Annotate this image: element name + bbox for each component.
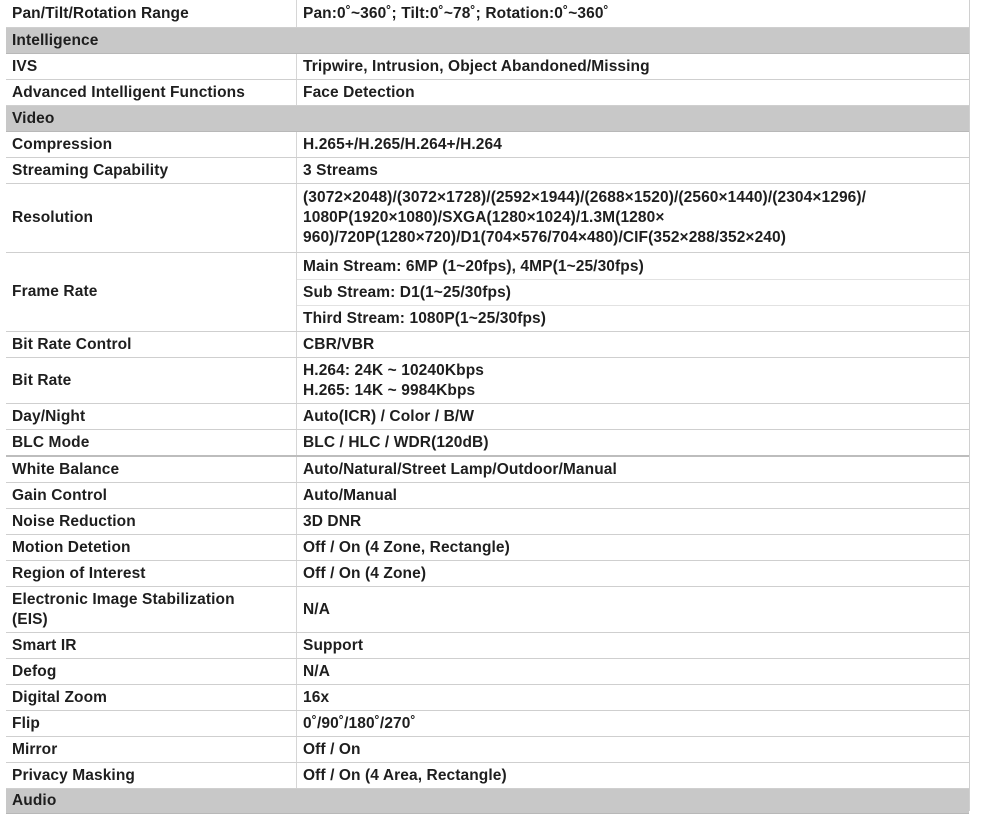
spec-row-noise: Noise Reduction 3D DNR	[6, 508, 969, 535]
frame-rate-line: Main Stream: 6MP (1~20fps), 4MP(1~25/30f…	[297, 254, 969, 280]
spec-label: Smart IR	[6, 632, 297, 659]
spec-row-privacy: Privacy Masking Off / On (4 Area, Rectan…	[6, 762, 969, 789]
spec-value: Off / On (4 Area, Rectangle)	[296, 762, 969, 789]
spec-value: H.265+/H.265/H.264+/H.264	[296, 131, 969, 158]
spec-row-flip: Flip 0˚/90˚/180˚/270˚	[6, 710, 969, 737]
table-right-border	[969, 0, 970, 811]
spec-value: Tripwire, Intrusion, Object Abandoned/Mi…	[296, 53, 969, 80]
spec-value: Pan:0˚~360˚; Tilt:0˚~78˚; Rotation:0˚~36…	[296, 0, 969, 28]
spec-value: 16x	[296, 684, 969, 711]
spec-value: 3 Streams	[296, 157, 969, 184]
spec-label: Day/Night	[6, 403, 297, 430]
spec-row-day-night: Day/Night Auto(ICR) / Color / B/W	[6, 403, 969, 430]
section-header-audio: Audio	[6, 788, 969, 814]
spec-value: BLC / HLC / WDR(120dB)	[296, 429, 969, 457]
spec-row-smart-ir: Smart IR Support	[6, 632, 969, 659]
spec-label: Digital Zoom	[6, 684, 297, 711]
spec-label: Privacy Masking	[6, 762, 297, 789]
spec-label: Electronic Image Stabilization (EIS)	[6, 586, 297, 633]
spec-value: 3D DNR	[296, 508, 969, 535]
spec-row-bitrate: Bit Rate H.264: 24K ~ 10240Kbps H.265: 1…	[6, 357, 969, 404]
spec-row-streaming: Streaming Capability 3 Streams	[6, 157, 969, 184]
resolution-line: 1080P(1920×1080)/SXGA(1280×1024)/1.3M(12…	[303, 209, 665, 226]
spec-value: Auto/Manual	[296, 482, 969, 509]
spec-label: Advanced Intelligent Functions	[6, 79, 297, 106]
spec-row-frame-rate: Frame Rate Main Stream: 6MP (1~20fps), 4…	[6, 252, 969, 332]
spec-row-eis: Electronic Image Stabilization (EIS) N/A	[6, 586, 969, 633]
spec-label: BLC Mode	[6, 429, 297, 457]
spec-label: Noise Reduction	[6, 508, 297, 535]
spec-row-bitrate-control: Bit Rate Control CBR/VBR	[6, 331, 969, 358]
section-title: Audio	[6, 788, 969, 814]
spec-label: Gain Control	[6, 482, 297, 509]
spec-value: CBR/VBR	[296, 331, 969, 358]
spec-label: White Balance	[6, 455, 297, 483]
spec-value: (3072×2048)/(3072×1728)/(2592×1944)/(268…	[296, 183, 969, 253]
spec-value: Main Stream: 6MP (1~20fps), 4MP(1~25/30f…	[296, 252, 969, 332]
spec-row-compression: Compression H.265+/H.265/H.264+/H.264	[6, 131, 969, 158]
spec-label: Mirror	[6, 736, 297, 763]
eis-label-line: (EIS)	[12, 610, 48, 628]
spec-row-defog: Defog N/A	[6, 658, 969, 685]
spec-label: Flip	[6, 710, 297, 737]
spec-label: Bit Rate Control	[6, 331, 297, 358]
spec-value: Support	[296, 632, 969, 659]
spec-row-blc: BLC Mode BLC / HLC / WDR(120dB)	[6, 429, 969, 457]
spec-label: Resolution	[6, 183, 297, 253]
spec-table: Pan/Tilt/Rotation Range Pan:0˚~360˚; Til…	[6, 0, 969, 814]
spec-row-white-balance: White Balance Auto/Natural/Street Lamp/O…	[6, 455, 969, 483]
spec-value: Face Detection	[296, 79, 969, 106]
section-title: Intelligence	[6, 27, 969, 54]
spec-row-zoom: Digital Zoom 16x	[6, 684, 969, 711]
spec-label: Compression	[6, 131, 297, 158]
frame-rate-line: Sub Stream: D1(1~25/30fps)	[297, 280, 969, 306]
resolution-line: (3072×2048)/(3072×1728)/(2592×1944)/(268…	[303, 189, 867, 206]
spec-value: Off / On (4 Zone, Rectangle)	[296, 534, 969, 561]
eis-label-line: Electronic Image Stabilization	[12, 590, 235, 608]
spec-value: Auto/Natural/Street Lamp/Outdoor/Manual	[296, 455, 969, 483]
spec-label: Motion Detetion	[6, 534, 297, 561]
spec-value: Off / On (4 Zone)	[296, 560, 969, 587]
frame-rate-line: Third Stream: 1080P(1~25/30fps)	[303, 309, 547, 327]
spec-row-motion: Motion Detetion Off / On (4 Zone, Rectan…	[6, 534, 969, 561]
spec-row-ivs: IVS Tripwire, Intrusion, Object Abandone…	[6, 53, 969, 80]
spec-row-resolution: Resolution (3072×2048)/(3072×1728)/(2592…	[6, 183, 969, 253]
spec-label: Region of Interest	[6, 560, 297, 587]
section-header-intelligence: Intelligence	[6, 27, 969, 54]
section-title: Video	[6, 105, 969, 132]
spec-row-gain: Gain Control Auto/Manual	[6, 482, 969, 509]
spec-label: Frame Rate	[6, 252, 297, 332]
resolution-line: 960)/720P(1280×720)/D1(704×576/704×480)/…	[303, 229, 786, 246]
section-header-video: Video	[6, 105, 969, 132]
spec-label: Bit Rate	[6, 357, 297, 404]
spec-row-mirror: Mirror Off / On	[6, 736, 969, 763]
spec-row-advanced: Advanced Intelligent Functions Face Dete…	[6, 79, 969, 106]
spec-value: Auto(ICR) / Color / B/W	[296, 403, 969, 430]
bitrate-line: H.264: 24K ~ 10240Kbps	[303, 361, 484, 379]
spec-value: N/A	[296, 586, 969, 633]
spec-value: Off / On	[296, 736, 969, 763]
spec-value: H.264: 24K ~ 10240Kbps H.265: 14K ~ 9984…	[296, 357, 969, 404]
spec-value: 0˚/90˚/180˚/270˚	[296, 710, 969, 737]
bitrate-line: H.265: 14K ~ 9984Kbps	[303, 381, 476, 399]
spec-label: Streaming Capability	[6, 157, 297, 184]
spec-value: N/A	[296, 658, 969, 685]
spec-label: IVS	[6, 53, 297, 80]
spec-label: Defog	[6, 658, 297, 685]
spec-row-roi: Region of Interest Off / On (4 Zone)	[6, 560, 969, 587]
spec-label: Pan/Tilt/Rotation Range	[6, 0, 297, 28]
spec-row-pan-tilt: Pan/Tilt/Rotation Range Pan:0˚~360˚; Til…	[6, 0, 969, 28]
